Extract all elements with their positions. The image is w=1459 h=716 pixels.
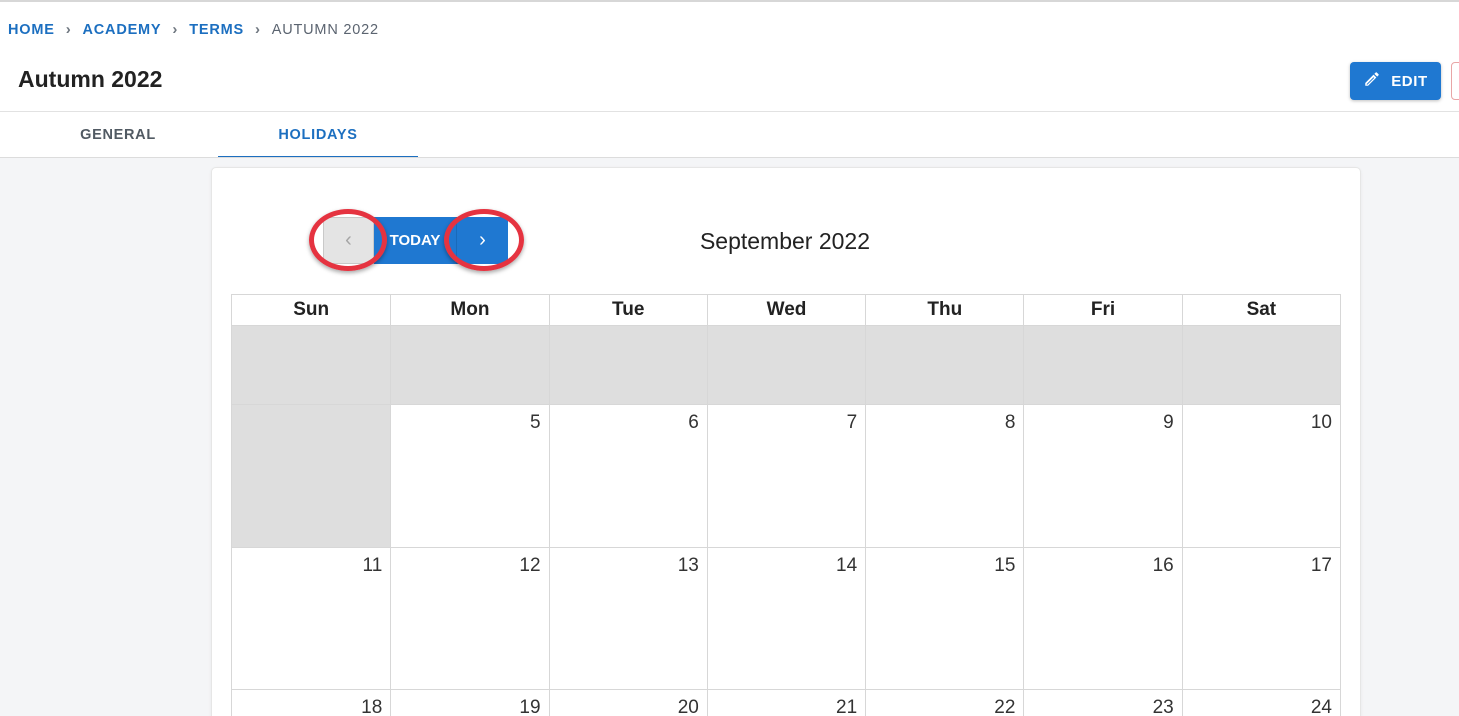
- day-number: 8: [1004, 412, 1016, 433]
- breadcrumb-academy[interactable]: ACADEMY: [83, 22, 162, 38]
- calendar-day-cell[interactable]: 7: [706, 405, 866, 547]
- weekday-sat: Sat: [1181, 295, 1340, 325]
- edit-button-label: EDIT: [1391, 72, 1428, 90]
- page-title: Autumn 2022: [18, 66, 163, 92]
- tab-holidays[interactable]: HOLIDAYS: [218, 112, 418, 158]
- day-number: 5: [529, 412, 541, 433]
- day-number: 13: [677, 555, 699, 576]
- weekday-header-row: Sun Mon Tue Wed Thu Fri Sat: [231, 294, 1341, 325]
- weekday-tue: Tue: [548, 295, 707, 325]
- day-number: 9: [1163, 412, 1174, 433]
- day-number: 17: [1310, 555, 1332, 576]
- chevron-left-icon: ‹: [345, 229, 352, 251]
- day-number: 16: [1152, 555, 1174, 576]
- calendar-day-cell[interactable]: 24: [1181, 690, 1340, 716]
- day-number: 18: [361, 697, 383, 716]
- today-button[interactable]: TODAY: [374, 217, 456, 264]
- calendar-day-cell[interactable]: 14: [706, 548, 866, 689]
- calendar-day-cell[interactable]: 9: [1023, 405, 1182, 547]
- calendar-week: 11 12 13 14 15 16 17: [231, 547, 1341, 689]
- previous-month-button[interactable]: ‹: [323, 217, 374, 264]
- month-title: September 2022: [699, 228, 871, 254]
- calendar-day-cell[interactable]: 22: [865, 690, 1024, 716]
- calendar-day-cell: [865, 326, 1024, 404]
- calendar-day-cell[interactable]: 21: [706, 690, 866, 716]
- pencil-icon: [1363, 70, 1381, 92]
- calendar-day-cell[interactable]: 18: [232, 690, 391, 716]
- breadcrumb-home[interactable]: HOME: [8, 22, 55, 38]
- calendar-day-cell[interactable]: 11: [232, 548, 391, 689]
- day-number: 11: [362, 555, 383, 576]
- breadcrumb-current: AUTUMN 2022: [271, 21, 379, 38]
- calendar-day-cell: [1023, 326, 1182, 404]
- secondary-action-button[interactable]: [1451, 62, 1459, 100]
- calendar-day-cell[interactable]: 23: [1023, 690, 1182, 716]
- day-number: 24: [1310, 697, 1332, 716]
- calendar-navigation: ‹ TODAY ›: [323, 217, 508, 264]
- day-number: 7: [846, 412, 858, 433]
- month-calendar: Sun Mon Tue Wed Thu Fri Sat 5 6 7 8 9 10…: [231, 294, 1341, 716]
- weekday-fri: Fri: [1023, 295, 1181, 325]
- breadcrumb-separator: ›: [65, 21, 72, 38]
- calendar-day-cell: [1181, 326, 1340, 404]
- calendar-day-cell[interactable]: 6: [548, 405, 707, 547]
- calendar-day-cell[interactable]: 19: [390, 690, 549, 716]
- edit-button[interactable]: EDIT: [1350, 62, 1441, 100]
- day-number: 14: [836, 555, 858, 576]
- calendar-day-cell: [232, 405, 391, 547]
- day-number: 20: [677, 697, 699, 716]
- calendar-day-cell[interactable]: 12: [390, 548, 549, 689]
- calendar-day-cell[interactable]: 13: [548, 548, 707, 689]
- day-number: 21: [836, 697, 858, 716]
- next-month-button[interactable]: ›: [456, 217, 508, 264]
- top-border: [0, 0, 1459, 2]
- weekday-mon: Mon: [390, 295, 548, 325]
- breadcrumb-terms[interactable]: TERMS: [189, 22, 244, 38]
- calendar-day-cell[interactable]: 20: [548, 690, 707, 716]
- calendar-week: [231, 325, 1341, 404]
- calendar-day-cell[interactable]: 5: [390, 405, 549, 547]
- day-number: 23: [1152, 697, 1174, 716]
- breadcrumb: HOME › ACADEMY › TERMS › AUTUMN 2022: [8, 21, 379, 38]
- chevron-right-icon: ›: [479, 229, 486, 251]
- calendar-week: 5 6 7 8 9 10: [231, 404, 1341, 547]
- breadcrumb-separator: ›: [254, 21, 261, 38]
- calendar-week: 18 19 20 21 22 23 24: [231, 689, 1341, 716]
- day-number: 15: [994, 555, 1016, 576]
- day-number: 6: [688, 412, 699, 433]
- tabs-divider: [0, 157, 1459, 158]
- calendar-day-cell[interactable]: 8: [865, 405, 1024, 547]
- weekday-thu: Thu: [865, 295, 1023, 325]
- calendar-day-cell[interactable]: 17: [1181, 548, 1340, 689]
- calendar-day-cell[interactable]: 16: [1023, 548, 1182, 689]
- weekday-wed: Wed: [706, 295, 865, 325]
- weekday-sun: Sun: [293, 299, 330, 320]
- day-number: 22: [994, 697, 1016, 716]
- day-number: 12: [519, 555, 541, 576]
- calendar-day-cell[interactable]: 15: [865, 548, 1024, 689]
- calendar-day-cell: [706, 326, 866, 404]
- calendar-day-cell: [548, 326, 707, 404]
- tab-general[interactable]: GENERAL: [18, 112, 218, 158]
- calendar-day-cell[interactable]: 10: [1181, 405, 1340, 547]
- day-number: 19: [519, 697, 541, 716]
- breadcrumb-separator: ›: [172, 21, 179, 38]
- calendar-day-cell: [232, 326, 391, 404]
- day-number: 10: [1310, 412, 1332, 433]
- calendar-day-cell: [390, 326, 549, 404]
